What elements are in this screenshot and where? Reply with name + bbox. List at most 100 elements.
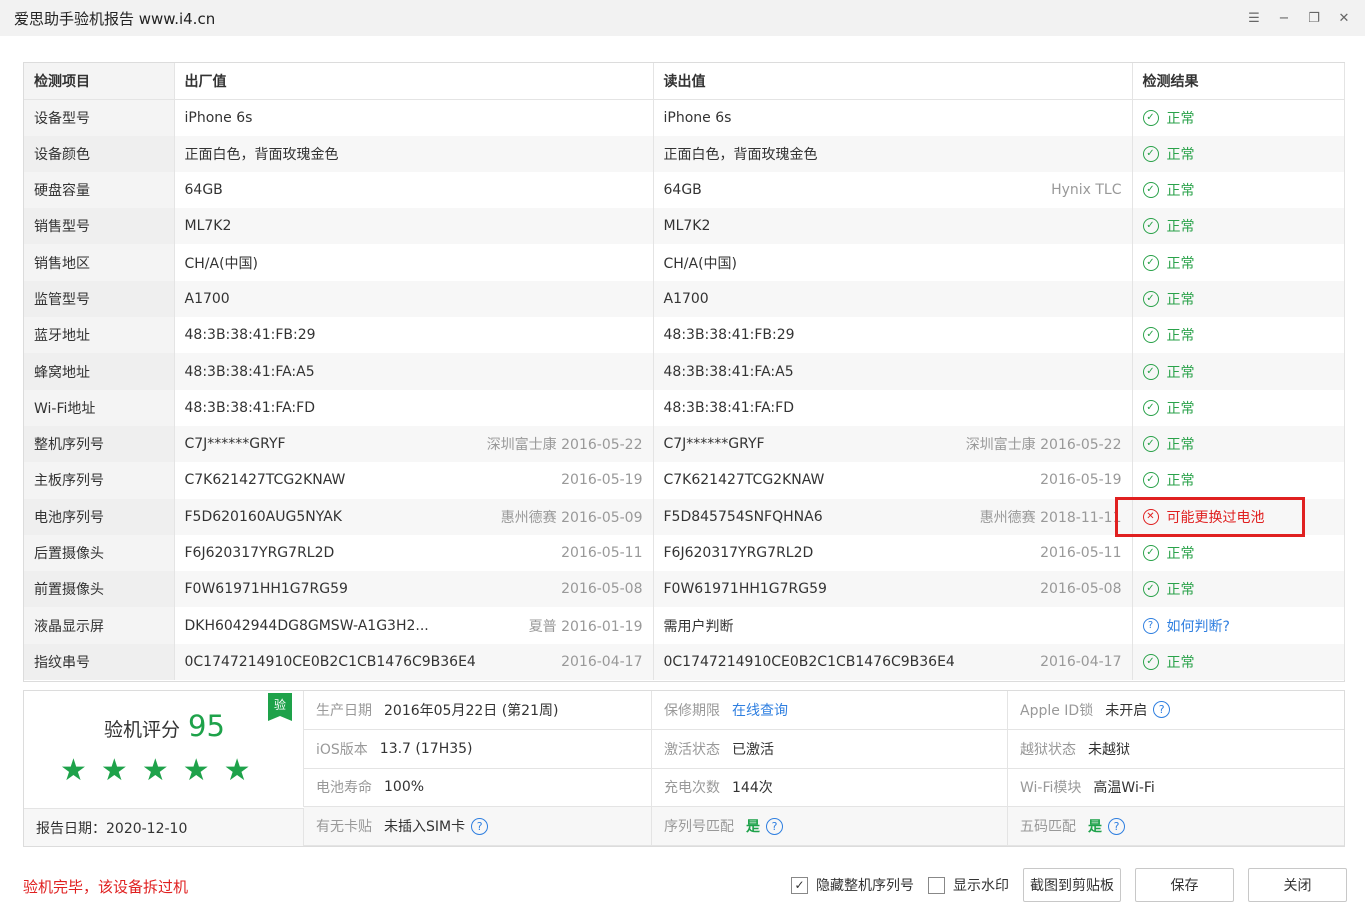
close-icon[interactable]: ✕ — [1329, 11, 1359, 26]
checkbox-box[interactable]: ✓ — [791, 876, 808, 894]
check-circle-icon: ✓ — [1142, 327, 1159, 344]
row-factory: 48:3B:38:41:FB:29 — [174, 317, 654, 354]
read-value: C7K621427TCG2KNAW — [663, 472, 825, 489]
menu-icon[interactable]: ☰ — [1239, 11, 1269, 26]
row-item: 液晶显示屏 — [24, 607, 175, 644]
check-circle-icon: ✓ — [1142, 436, 1159, 453]
factory-value: F6J620317YRG7RL2D — [184, 545, 335, 561]
info-row: 有无卡贴 未插入SIM卡? 序列号匹配是? 五码匹配是? — [304, 807, 1344, 846]
info-value: 是 — [1088, 819, 1102, 836]
help-icon[interactable]: ? — [471, 817, 489, 835]
row-factory: DKH6042944DG8GMSW-A1G3H2... 夏普 2016-01-19 — [174, 607, 654, 644]
read-meta: 惠州德赛 2018-11-11 — [979, 509, 1122, 526]
factory-value: F0W61971HH1G7RG59 — [184, 581, 348, 598]
info-label: 五码匹配 — [1020, 819, 1076, 836]
row-read: F0W61971HH1G7RG59 2016-05-08 — [653, 571, 1133, 608]
info-value: 未越狱 — [1088, 741, 1130, 758]
table-row: Wi-Fi地址 48:3B:38:41:FA:FD 48:3B:38:41:FA:F… — [24, 389, 1345, 426]
info-cell: 保修期限 在线查询 — [652, 691, 1008, 729]
row-read: 48:3B:38:41:FB:29 — [653, 317, 1133, 354]
result-text: 正常 — [1166, 654, 1195, 671]
header-factory: 出厂值 — [174, 63, 654, 100]
info-label: Wi-Fi模块 — [1020, 780, 1082, 797]
row-item: 蜂窝地址 — [24, 353, 175, 390]
result-text: 正常 — [1166, 473, 1195, 490]
save-button[interactable]: 保存 — [1135, 868, 1234, 902]
row-item: 前置摄像头 — [24, 571, 175, 608]
row-factory: 48:3B:38:41:FA:A5 — [174, 353, 654, 390]
row-read: CH/A(中国) — [653, 244, 1133, 281]
help-icon[interactable]: ? — [1108, 817, 1125, 835]
row-factory: ML7K2 — [174, 208, 654, 245]
row-result: ✓ 正常 — [1132, 643, 1345, 681]
read-value: A1700 — [663, 290, 709, 307]
info-cell: Wi-Fi模块 高温Wi-Fi — [1008, 769, 1344, 807]
info-cell: 序列号匹配是? — [652, 807, 1008, 845]
check-circle-icon: ✓ — [1142, 472, 1159, 489]
read-value: iPhone 6s — [663, 109, 732, 126]
row-factory: 64GB — [174, 171, 654, 209]
close-button[interactable]: 关闭 — [1248, 868, 1347, 902]
info-cell: iOS版本 13.7 (17H35) — [304, 729, 652, 768]
result-text: 正常 — [1166, 291, 1195, 308]
factory-value: 48:3B:38:41:FA:FD — [184, 399, 315, 416]
factory-value: F5D620160AUG5NYAK — [184, 508, 342, 525]
screenshot-button[interactable]: 截图到剪贴板 — [1023, 868, 1121, 902]
row-result[interactable]: ? 如何判断? — [1132, 607, 1345, 644]
read-meta: Hynix TLC — [1051, 182, 1122, 199]
info-cell: 越狱状态 未越狱 — [1008, 730, 1344, 768]
footer-controls: ✓ 隐藏整机序列号 显示水印 截图到剪贴板 保存 关闭 — [791, 868, 1347, 902]
info-value: 高温Wi-Fi — [1093, 780, 1155, 797]
info-grid: 生产日期 2016年05月22日 (第21周) 保修期限 在线查询 Apple ID锁未… — [304, 691, 1344, 846]
checkbox-box[interactable] — [928, 876, 945, 894]
watermark-checkbox[interactable]: 显示水印 — [928, 875, 1009, 895]
factory-meta: 2016-05-11 — [561, 545, 643, 561]
row-factory: A1700 — [174, 280, 654, 318]
window-title: 爱思助手验机报告 www.i4.cn — [14, 9, 216, 28]
info-label: 有无卡贴 — [316, 819, 372, 836]
table-row: 整机序列号 C7J******GRYF 深圳富士康 2016-05-22 C7J***… — [24, 425, 1345, 463]
restore-icon[interactable]: ❐ — [1299, 11, 1329, 26]
factory-value: C7J******GRYF — [184, 436, 286, 453]
row-factory: C7J******GRYF 深圳富士康 2016-05-22 — [174, 425, 654, 463]
row-factory: C7K621427TCG2KNAW 2016-05-19 — [174, 462, 654, 499]
factory-value: CH/A(中国) — [184, 255, 259, 272]
factory-meta: 深圳富士康 2016-05-22 — [486, 437, 643, 454]
row-read: F5D845754SNFQHNA6 惠州德赛 2018-11-11 — [653, 498, 1133, 535]
row-item: 指纹串号 — [24, 643, 175, 681]
table-row: 硬盘容量 64GB 64GB Hynix TLC ✓ 正常 — [24, 171, 1345, 209]
read-value: 0C1747214910CE0B2C1CB1476C9B36E4 — [663, 653, 955, 670]
results-table-frame: 检测项目 出厂值 读出值 检测结果 设备型号 iPhone 6s iPhone 6s… — [23, 62, 1345, 682]
help-icon[interactable]: ? — [1153, 701, 1171, 719]
header-item: 检测项目 — [24, 63, 175, 100]
info-value[interactable]: 在线查询 — [732, 700, 788, 720]
row-item: 后置摄像头 — [24, 534, 175, 572]
hide-serial-checkbox[interactable]: ✓ 隐藏整机序列号 — [791, 875, 914, 895]
factory-value: DKH6042944DG8GMSW-A1G3H2... — [184, 617, 429, 634]
header-read: 读出值 — [653, 63, 1133, 100]
header-result: 检测结果 — [1132, 63, 1345, 100]
read-meta: 2016-05-08 — [1040, 581, 1122, 598]
result-text: 正常 — [1166, 183, 1195, 200]
row-read: ML7K2 — [653, 208, 1133, 245]
minimize-icon[interactable]: − — [1269, 11, 1299, 26]
result-text[interactable]: 如何判断? — [1167, 616, 1230, 636]
table-row: 后置摄像头 F6J620317YRG7RL2D 2016-05-11 F6J62031… — [24, 534, 1345, 572]
info-label: 电池寿命 — [316, 780, 372, 797]
row-read: F6J620317YRG7RL2D 2016-05-11 — [653, 534, 1133, 572]
factory-meta: 2016-05-19 — [561, 472, 643, 489]
row-result: ✓ 正常 — [1132, 317, 1345, 354]
info-row: 生产日期 2016年05月22日 (第21周) 保修期限 在线查询 Apple ID锁未… — [304, 691, 1344, 730]
row-item: 销售地区 — [24, 244, 175, 281]
info-cell: 五码匹配是? — [1008, 807, 1344, 845]
row-item: 主板序列号 — [24, 462, 175, 499]
row-item: 整机序列号 — [24, 425, 175, 463]
result-text: 正常 — [1166, 255, 1195, 272]
row-item: Wi-Fi地址 — [24, 389, 175, 426]
read-value: 正面白色，背面玫瑰金色 — [663, 146, 818, 163]
read-value: F5D845754SNFQHNA6 — [663, 508, 823, 525]
read-value: 48:3B:38:41:FA:A5 — [663, 363, 794, 380]
row-factory: F0W61971HH1G7RG59 2016-05-08 — [174, 571, 654, 608]
row-factory: 正面白色，背面玫瑰金色 — [174, 135, 654, 172]
help-icon[interactable]: ? — [766, 817, 783, 835]
